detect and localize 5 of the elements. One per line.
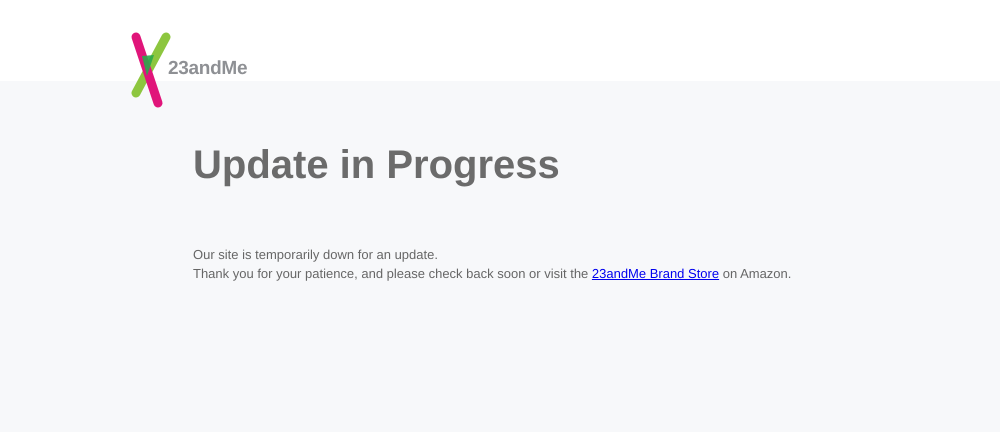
store-link[interactable]: 23andMe Brand Store: [592, 266, 720, 281]
message-text: Thank you for your patience, and please check back soon or visit the 23andMe Brand Store on Amazon.: [193, 265, 792, 283]
status-message: Our site is temporarily down for an update.: [193, 246, 439, 264]
logo-text: 23andMe: [168, 56, 248, 81]
page-title: Update in Progress: [193, 142, 561, 189]
